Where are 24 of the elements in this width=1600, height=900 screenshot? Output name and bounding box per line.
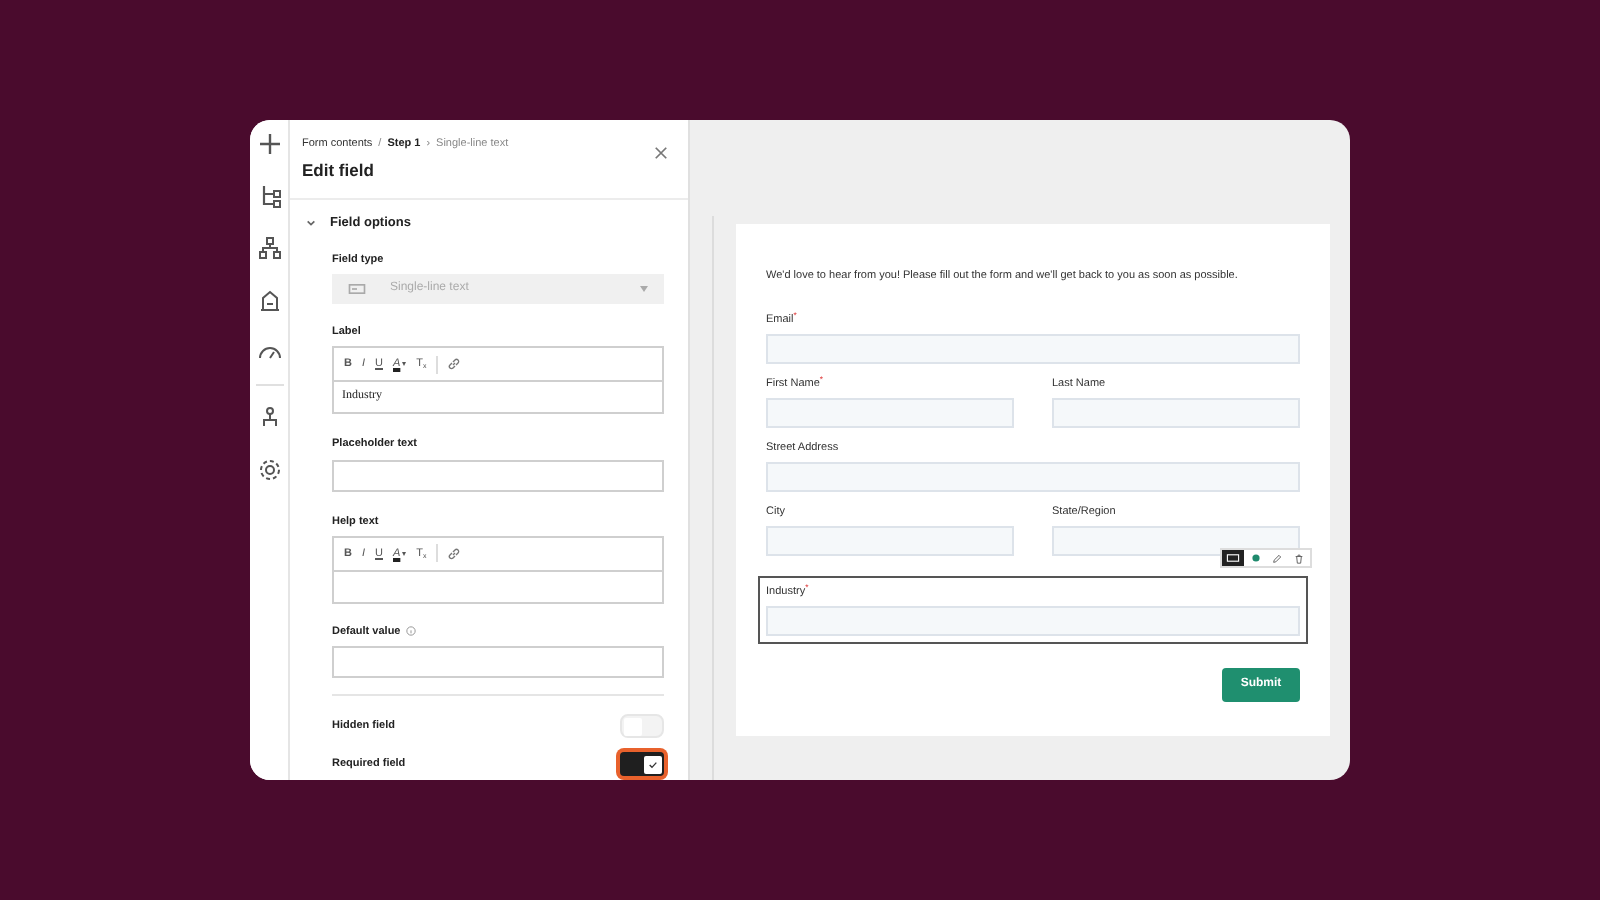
link-icon[interactable] bbox=[448, 358, 461, 371]
check-icon bbox=[648, 759, 658, 769]
input-field[interactable] bbox=[1052, 526, 1300, 557]
settings-icon[interactable] bbox=[257, 458, 281, 482]
input-field[interactable] bbox=[332, 646, 664, 678]
caret-icon bbox=[640, 286, 648, 292]
link-icon[interactable] bbox=[448, 547, 461, 560]
input-field[interactable] bbox=[766, 334, 1300, 365]
chevron-icon[interactable] bbox=[306, 218, 316, 229]
text-field-icon bbox=[348, 284, 366, 294]
close-icon[interactable] bbox=[654, 146, 668, 160]
input-field[interactable] bbox=[766, 526, 1014, 557]
input-field[interactable] bbox=[766, 462, 1300, 493]
input-field[interactable] bbox=[766, 398, 1014, 429]
toggle-switch[interactable] bbox=[620, 752, 664, 776]
text-field-icon[interactable] bbox=[1222, 550, 1244, 567]
input-field[interactable] bbox=[1052, 398, 1300, 429]
building-icon[interactable] bbox=[257, 288, 281, 312]
tree-icon[interactable] bbox=[257, 184, 281, 208]
plus-icon[interactable] bbox=[257, 132, 281, 156]
toggle-switch[interactable] bbox=[620, 714, 664, 738]
panel-title: Edit field bbox=[302, 158, 376, 184]
input-field[interactable] bbox=[766, 606, 1300, 637]
input-field[interactable] bbox=[332, 459, 664, 491]
